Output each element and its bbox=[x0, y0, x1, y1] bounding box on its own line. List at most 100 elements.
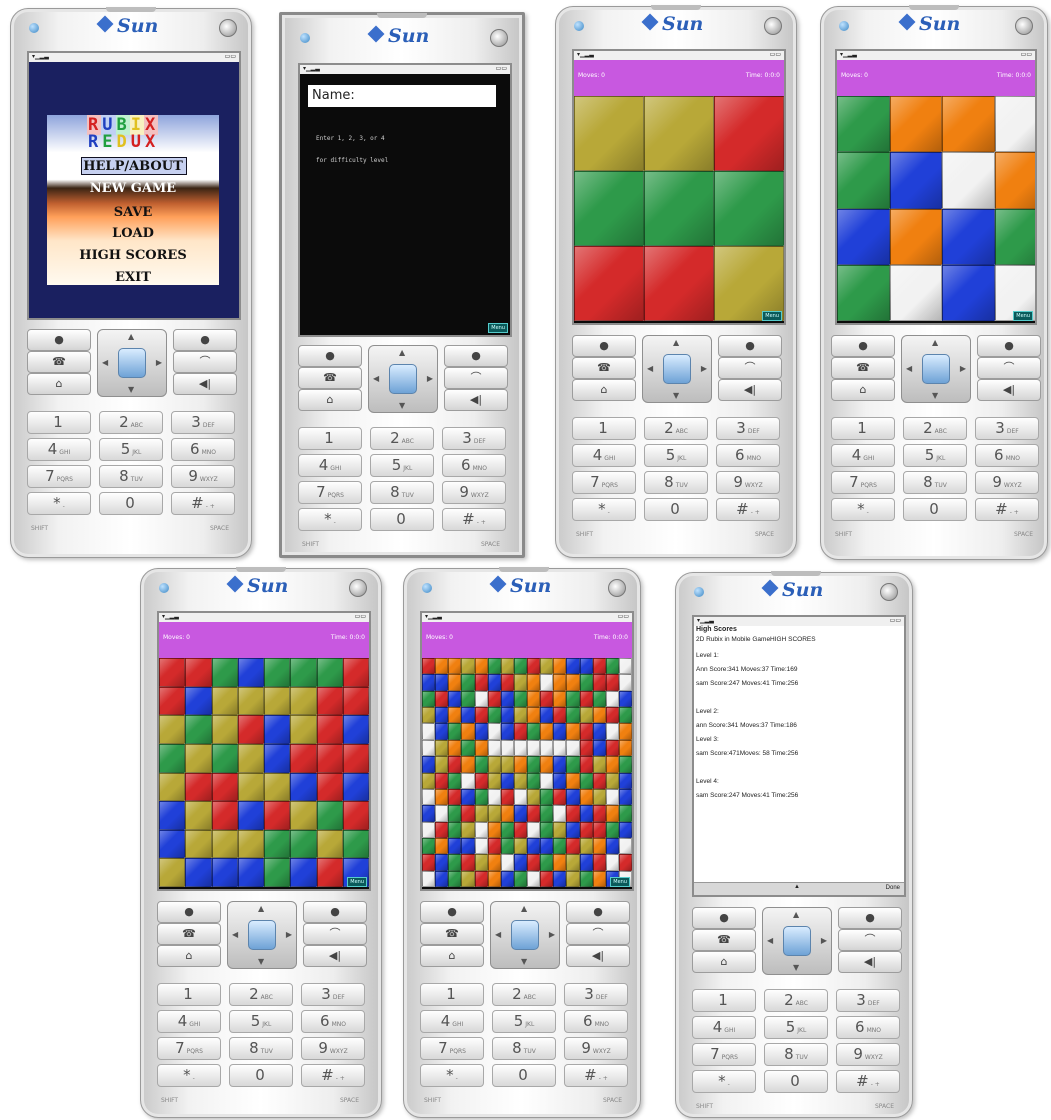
key-10[interactable]: * - bbox=[572, 498, 636, 521]
dpad-right-icon[interactable]: ▶ bbox=[549, 930, 555, 939]
key-10[interactable]: * - bbox=[831, 498, 895, 521]
menu-item-load[interactable]: LOAD bbox=[47, 226, 219, 241]
board-tile[interactable] bbox=[592, 837, 606, 855]
board-tile[interactable] bbox=[527, 854, 541, 871]
key-1[interactable]: 1 bbox=[298, 427, 362, 450]
board-tile[interactable] bbox=[474, 674, 488, 691]
board-tile[interactable] bbox=[527, 739, 541, 757]
key-10[interactable]: * - bbox=[420, 1064, 484, 1087]
dpad-right-icon[interactable]: ▶ bbox=[156, 358, 162, 367]
key-12[interactable]: # - + bbox=[564, 1064, 628, 1087]
key-11[interactable]: 0 bbox=[764, 1070, 828, 1093]
board-tile[interactable] bbox=[185, 829, 212, 859]
call-key[interactable]: ☎ bbox=[420, 923, 484, 945]
key-6[interactable]: 6 MNO bbox=[564, 1010, 628, 1033]
board-tile[interactable] bbox=[513, 854, 527, 871]
key-2[interactable]: 2 ABC bbox=[903, 417, 967, 440]
board-tile[interactable] bbox=[342, 658, 369, 687]
board-tile[interactable] bbox=[342, 772, 369, 802]
dpad-left-icon[interactable]: ◀ bbox=[906, 364, 912, 373]
key-10[interactable]: * - bbox=[157, 1064, 221, 1087]
key-5[interactable]: 5 JKL bbox=[229, 1010, 293, 1033]
key-3[interactable]: 3 DEF bbox=[836, 989, 900, 1012]
home-key[interactable]: ⌂ bbox=[692, 951, 756, 973]
board-tile[interactable] bbox=[566, 821, 580, 838]
home-key[interactable]: ⌂ bbox=[157, 945, 221, 967]
board-tile[interactable] bbox=[527, 707, 541, 724]
board-tile[interactable] bbox=[942, 264, 995, 321]
key-4[interactable]: 4 GHI bbox=[157, 1010, 221, 1033]
board-tile[interactable] bbox=[513, 707, 527, 724]
board-tile[interactable] bbox=[566, 739, 580, 757]
board-tile[interactable] bbox=[448, 788, 462, 806]
board-tile[interactable] bbox=[461, 739, 475, 757]
board-tile[interactable] bbox=[579, 870, 593, 887]
board-tile[interactable] bbox=[644, 171, 714, 246]
dpad[interactable]: ▲ ▼ ◀ ▶ bbox=[227, 901, 297, 969]
board-tile[interactable] bbox=[487, 788, 501, 806]
board-tile[interactable] bbox=[474, 821, 488, 838]
end-call-key[interactable]: ⌒ bbox=[838, 929, 902, 951]
dpad-down-icon[interactable]: ▼ bbox=[128, 385, 134, 394]
board-tile[interactable] bbox=[500, 854, 514, 871]
board-tile[interactable] bbox=[237, 772, 264, 802]
key-8[interactable]: 8 TUV bbox=[370, 481, 434, 504]
board-tile[interactable] bbox=[474, 805, 488, 822]
board-tile[interactable] bbox=[566, 756, 580, 773]
key-8[interactable]: 8 TUV bbox=[903, 471, 967, 494]
key-10[interactable]: * - bbox=[298, 508, 362, 531]
board-tile[interactable] bbox=[185, 686, 212, 716]
key-7[interactable]: 7 PQRS bbox=[831, 471, 895, 494]
board-tile[interactable] bbox=[500, 723, 514, 740]
key-11[interactable]: 0 bbox=[492, 1064, 556, 1087]
call-key[interactable]: ☎ bbox=[157, 923, 221, 945]
board-tile[interactable] bbox=[290, 829, 317, 859]
board-tile[interactable] bbox=[264, 801, 291, 830]
game-board[interactable] bbox=[837, 96, 1035, 321]
board-tile[interactable] bbox=[290, 801, 317, 830]
key-12[interactable]: # - + bbox=[716, 498, 780, 521]
key-3[interactable]: 3 DEF bbox=[564, 983, 628, 1006]
key-12[interactable]: # - + bbox=[171, 492, 235, 515]
call-key[interactable]: ☎ bbox=[692, 929, 756, 951]
board-tile[interactable] bbox=[316, 801, 343, 830]
board-tile[interactable] bbox=[159, 801, 186, 830]
board-tile[interactable] bbox=[605, 739, 619, 757]
board-tile[interactable] bbox=[237, 829, 264, 859]
board-tile[interactable] bbox=[422, 805, 436, 822]
board-tile[interactable] bbox=[211, 801, 238, 830]
board-tile[interactable] bbox=[316, 858, 343, 887]
board-tile[interactable] bbox=[579, 821, 593, 838]
board-tile[interactable] bbox=[618, 805, 632, 822]
key-3[interactable]: 3 DEF bbox=[716, 417, 780, 440]
board-tile[interactable] bbox=[579, 805, 593, 822]
board-tile[interactable] bbox=[605, 723, 619, 740]
dpad-down-icon[interactable]: ▼ bbox=[932, 391, 938, 400]
board-tile[interactable] bbox=[527, 788, 541, 806]
power-button[interactable] bbox=[880, 583, 898, 601]
key-1[interactable]: 1 bbox=[692, 989, 756, 1012]
board-tile[interactable] bbox=[316, 686, 343, 716]
home-key[interactable]: ⌂ bbox=[27, 373, 91, 395]
key-3[interactable]: 3 DEF bbox=[301, 983, 365, 1006]
board-tile[interactable] bbox=[342, 829, 369, 859]
board-tile[interactable] bbox=[592, 723, 606, 740]
dpad[interactable]: ▲ ▼ ◀ ▶ bbox=[368, 345, 438, 413]
board-tile[interactable] bbox=[553, 788, 567, 806]
board-tile[interactable] bbox=[566, 870, 580, 887]
key-3[interactable]: 3 DEF bbox=[442, 427, 506, 450]
key-6[interactable]: 6 MNO bbox=[836, 1016, 900, 1039]
board-tile[interactable] bbox=[237, 801, 264, 830]
board-tile[interactable] bbox=[644, 246, 714, 321]
key-4[interactable]: 4 GHI bbox=[27, 438, 91, 461]
back-key[interactable]: ◀| bbox=[566, 945, 630, 967]
board-tile[interactable] bbox=[500, 674, 514, 691]
board-tile[interactable] bbox=[592, 690, 606, 708]
left-soft-key[interactable]: ● bbox=[298, 345, 362, 367]
game-board[interactable] bbox=[574, 96, 784, 321]
key-3[interactable]: 3 DEF bbox=[975, 417, 1039, 440]
board-tile[interactable] bbox=[159, 715, 186, 744]
board-tile[interactable] bbox=[500, 788, 514, 806]
right-soft-key[interactable]: ● bbox=[444, 345, 508, 367]
dpad-up-icon[interactable]: ▲ bbox=[521, 904, 527, 913]
